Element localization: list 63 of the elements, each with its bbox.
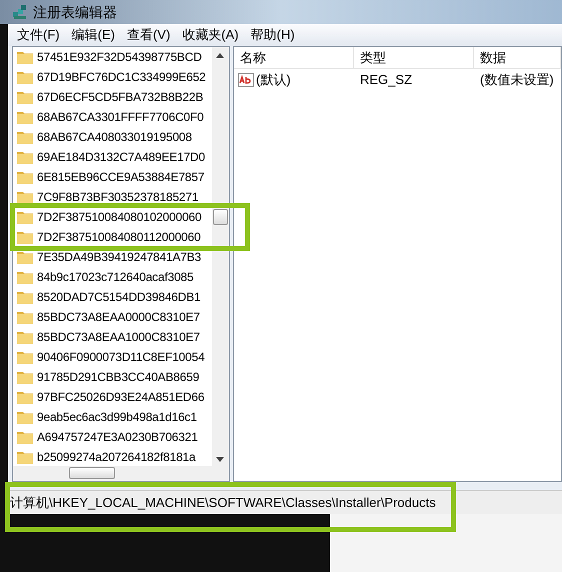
folder-icon <box>17 50 33 64</box>
menu-item[interactable]: 文件(F) <box>12 25 65 45</box>
tree-item[interactable]: 7C9F8B73BF30352378185271 <box>37 188 198 206</box>
menu-item[interactable]: 查看(V) <box>122 25 176 45</box>
tree-item[interactable]: 85BDC73A8EAA1000C8310E7 <box>37 328 200 346</box>
folder-icon <box>17 290 33 304</box>
menu-item[interactable]: 收藏夹(A) <box>177 25 244 45</box>
folder-icon <box>17 450 33 464</box>
folder-icon <box>17 270 33 284</box>
tree-item[interactable]: 84b9c17023c712640acaf3085 <box>37 268 194 286</box>
value-data: (数值未设置) <box>480 72 554 87</box>
scroll-thumb[interactable] <box>213 209 228 225</box>
value-type: REG_SZ <box>360 72 412 87</box>
tree-item[interactable]: 68AB67CA408033019195008 <box>37 128 192 146</box>
tree-item[interactable]: 97BFC25026D93E24A851ED66 <box>37 388 204 406</box>
folder-icon <box>17 90 33 104</box>
folder-icon <box>17 410 33 424</box>
folder-icon <box>17 430 33 444</box>
folder-icon <box>17 250 33 264</box>
tree-item[interactable]: 90406F0900073D11C8EF10054 <box>37 348 205 366</box>
tree-item[interactable]: 7D2F387510084080112000060 <box>37 228 201 246</box>
tree-item[interactable]: 68AB67CA3301FFFF7706C0F0 <box>37 108 204 126</box>
value-name: (默认) <box>256 71 291 90</box>
column-header[interactable]: 数据 <box>474 47 561 68</box>
folder-icon <box>17 190 33 204</box>
folder-icon <box>17 350 33 364</box>
window-title: 注册表编辑器 <box>33 2 117 22</box>
tree-item[interactable]: 7E35DA49B39419247841A7B3 <box>37 248 202 266</box>
folder-icon <box>17 310 33 324</box>
folder-icon <box>17 390 33 404</box>
folder-icon <box>17 210 33 224</box>
scroll-down-icon[interactable] <box>216 457 224 462</box>
folder-icon <box>17 70 33 84</box>
tree-item[interactable]: b25099274a207264182f8181a <box>37 448 196 466</box>
folder-icon <box>17 110 33 124</box>
folder-icon <box>17 330 33 344</box>
tree-item[interactable]: 57451E932F32D54398775BCD <box>37 48 202 66</box>
column-header[interactable]: 名称 <box>234 47 354 68</box>
scroll-thumb[interactable] <box>69 467 115 479</box>
tree-item[interactable]: 9eab5ec6ac3d99b498a1d16c1 <box>37 408 197 426</box>
horizontal-scrollbar[interactable] <box>13 466 229 481</box>
tree-item[interactable]: 8520DAD7C5154DD39846DB1 <box>37 288 201 306</box>
menu-item[interactable]: 帮助(H) <box>246 25 300 45</box>
tree-item[interactable]: 69AE184D3132C7A489EE17D0 <box>37 148 205 166</box>
status-text: 计算机\HKEY_LOCAL_MACHINE\SOFTWARE\Classes\Installer\Products <box>10 494 436 512</box>
column-header[interactable]: 类型 <box>354 47 474 68</box>
tree-item[interactable]: 67D19BFC76DC1C334999E652 <box>37 68 206 86</box>
tree-item[interactable]: 67D6ECF5CD5FBA732B8B22B <box>37 88 204 106</box>
folder-icon <box>17 230 33 244</box>
scroll-up-icon[interactable] <box>216 53 224 58</box>
vertical-scrollbar[interactable] <box>212 47 229 466</box>
tree-item[interactable]: 91785D291CBB3CC40AB8659 <box>37 368 200 386</box>
tree-item[interactable]: 6E815EB96CCE9A53884E7857 <box>37 168 204 186</box>
folder-icon <box>17 150 33 164</box>
tree-item[interactable]: 85BDC73A8EAA0000C8310E7 <box>37 308 200 326</box>
tree-item[interactable]: A694757247E3A0230B706321 <box>37 428 198 446</box>
folder-icon <box>17 130 33 144</box>
registry-icon <box>12 4 28 20</box>
string-value-icon <box>238 73 254 87</box>
tree-item[interactable]: 7D2F387510084080102000060 <box>37 208 202 226</box>
menu-item[interactable]: 编辑(E) <box>66 25 120 45</box>
folder-icon <box>17 170 33 184</box>
folder-icon <box>17 370 33 384</box>
